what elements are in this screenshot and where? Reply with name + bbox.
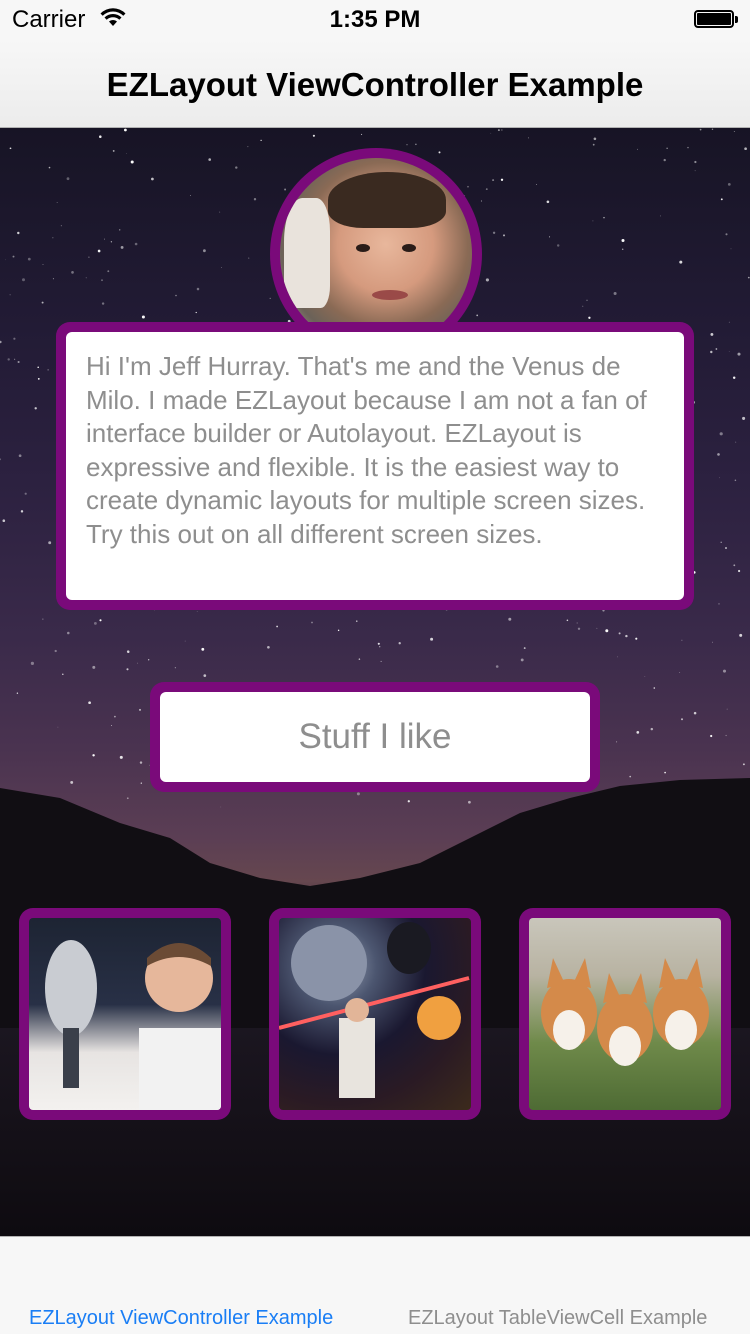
thumbnail-trophy[interactable] <box>19 908 231 1120</box>
tab-bar: EZLayout ViewController Example EZLayout… <box>0 1236 750 1334</box>
battery-icon <box>694 10 738 30</box>
status-bar: Carrier 1:35 PM <box>0 0 750 40</box>
stuff-i-like-button[interactable]: Stuff I like <box>150 682 600 792</box>
stuff-i-like-label: Stuff I like <box>160 692 590 782</box>
bio-card: Hi I'm Jeff Hurray. That's me and the Ve… <box>56 322 694 610</box>
bio-text: Hi I'm Jeff Hurray. That's me and the Ve… <box>66 332 684 600</box>
navigation-bar: EZLayout ViewController Example <box>0 40 750 128</box>
page-title: EZLayout ViewController Example <box>106 66 644 103</box>
tab-viewcontroller-example[interactable]: EZLayout ViewController Example <box>29 1307 333 1330</box>
tab-tableviewcell-example[interactable]: EZLayout TableViewCell Example <box>408 1307 707 1330</box>
trophy-photo <box>29 918 221 1110</box>
thumbnail-corgis[interactable] <box>519 908 731 1120</box>
thumbnail-star-wars[interactable] <box>269 908 481 1120</box>
corgi-puppies-photo <box>529 918 721 1110</box>
star-wars-poster <box>279 918 471 1110</box>
status-time: 1:35 PM <box>329 6 421 33</box>
